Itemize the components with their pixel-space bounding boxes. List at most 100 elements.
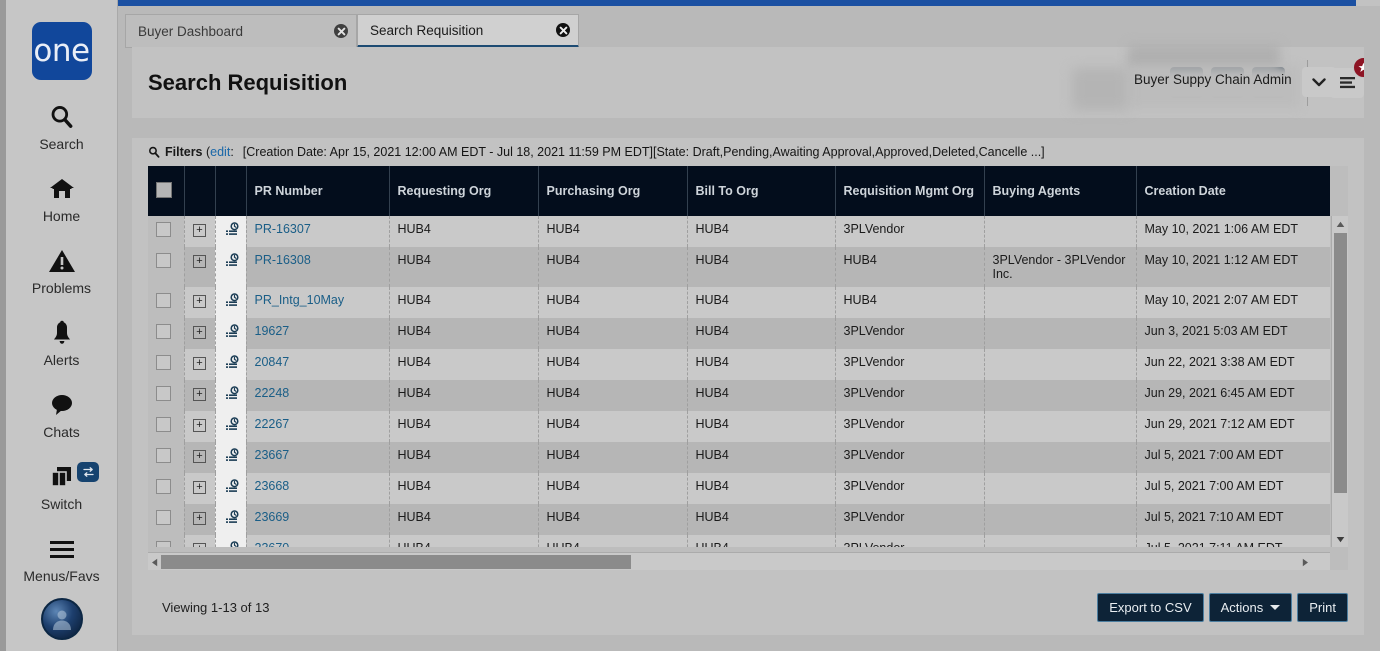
- filters-edit-link[interactable]: edit: [210, 145, 230, 159]
- table-row[interactable]: +23669 HUB4 HUB4 HUB4 3PLVendor Jul 5, 2021 7…: [148, 504, 1330, 535]
- horizontal-scroll-thumb[interactable]: [161, 555, 631, 569]
- column-bill-to-org[interactable]: Bill To Org: [687, 166, 836, 216]
- pr-number-link[interactable]: 20847: [255, 355, 290, 369]
- expand-plus-icon[interactable]: +: [193, 481, 206, 494]
- column-requisition-mgmt-org[interactable]: Requisition Mgmt Org: [835, 166, 985, 216]
- expand-plus-icon[interactable]: +: [193, 255, 206, 268]
- scroll-up-arrow[interactable]: [1332, 216, 1349, 232]
- cell-pr-number[interactable]: 19627: [246, 318, 390, 349]
- history-clock-icon[interactable]: [224, 222, 240, 241]
- expand-plus-icon[interactable]: +: [193, 326, 206, 339]
- table-row[interactable]: +22267 HUB4 HUB4 HUB4 3PLVendor Jun 29, 2021 …: [148, 411, 1330, 442]
- vertical-scrollbar[interactable]: [1331, 216, 1348, 547]
- table-row[interactable]: + PR-16308 HUB4 HUB4 HUB4 HUB4 3PLVendor - 3PL…: [148, 247, 1330, 287]
- row-expand-cell[interactable]: +: [184, 535, 216, 547]
- print-button[interactable]: Print: [1297, 592, 1348, 622]
- row-expand-cell[interactable]: +: [184, 504, 216, 535]
- row-select-cell[interactable]: [148, 442, 185, 473]
- row-select-cell[interactable]: [148, 411, 185, 442]
- sidebar-item-problems[interactable]: Problems: [6, 244, 117, 296]
- checkbox-icon[interactable]: [156, 253, 171, 268]
- checkbox-icon[interactable]: [156, 324, 171, 339]
- chevron-down-icon[interactable]: [1302, 67, 1336, 97]
- expand-plus-icon[interactable]: +: [193, 450, 206, 463]
- cell-pr-number[interactable]: PR_Intg_10May: [246, 287, 390, 318]
- close-circle-icon[interactable]: [334, 24, 348, 38]
- row-select-cell[interactable]: [148, 473, 185, 504]
- history-clock-icon[interactable]: [224, 510, 240, 529]
- row-expand-cell[interactable]: +: [184, 349, 216, 380]
- column-pr-number[interactable]: PR Number: [246, 166, 390, 216]
- checkbox-icon[interactable]: [156, 222, 171, 237]
- row-expand-cell[interactable]: +: [184, 473, 216, 504]
- scroll-down-arrow[interactable]: [1332, 531, 1349, 547]
- sidebar-item-chats[interactable]: Chats: [6, 388, 117, 440]
- row-select-cell[interactable]: [148, 380, 185, 411]
- pr-number-link[interactable]: PR-16307: [255, 222, 311, 236]
- row-select-cell[interactable]: [148, 318, 185, 349]
- row-history-cell[interactable]: [215, 535, 247, 547]
- cell-pr-number[interactable]: 23669: [246, 504, 390, 535]
- checkbox-icon[interactable]: [156, 386, 171, 401]
- row-select-cell[interactable]: [148, 287, 185, 318]
- export-to-csv-button[interactable]: Export to CSV: [1097, 592, 1204, 622]
- column-purchasing-org[interactable]: Purchasing Org: [538, 166, 688, 216]
- tab-search-requisition[interactable]: Search Requisition: [357, 14, 579, 48]
- sidebar-item-home[interactable]: Home: [6, 172, 117, 224]
- history-clock-icon[interactable]: [224, 479, 240, 498]
- sidebar-item-search[interactable]: Search: [6, 100, 117, 152]
- scroll-left-arrow[interactable]: [148, 553, 161, 571]
- pr-number-link[interactable]: 23669: [255, 510, 290, 524]
- table-row[interactable]: +19627 HUB4 HUB4 HUB4 3PLVendor Jun 3, 2021 5…: [148, 318, 1330, 349]
- row-history-cell[interactable]: [215, 247, 247, 287]
- row-history-cell[interactable]: [215, 473, 247, 504]
- pr-number-link[interactable]: 22267: [255, 417, 290, 431]
- expand-plus-icon[interactable]: +: [193, 543, 206, 547]
- vertical-scroll-thumb[interactable]: [1334, 233, 1347, 493]
- row-expand-cell[interactable]: +: [184, 380, 216, 411]
- actions-button[interactable]: Actions: [1208, 592, 1293, 622]
- row-history-cell[interactable]: [215, 216, 247, 247]
- horizontal-scrollbar[interactable]: [148, 552, 1330, 570]
- cell-pr-number[interactable]: 20847: [246, 349, 390, 380]
- table-row[interactable]: +20847 HUB4 HUB4 HUB4 3PLVendor Jun 22, 2021 …: [148, 349, 1330, 380]
- sidebar-item-alerts[interactable]: Alerts: [6, 316, 117, 368]
- row-expand-cell[interactable]: +: [184, 442, 216, 473]
- cell-pr-number[interactable]: PR-16308: [246, 247, 390, 287]
- checkbox-icon[interactable]: [156, 355, 171, 370]
- row-history-cell[interactable]: [215, 318, 247, 349]
- select-all-header[interactable]: [148, 166, 185, 216]
- row-select-cell[interactable]: [148, 349, 185, 380]
- cell-pr-number[interactable]: 23668: [246, 473, 390, 504]
- history-clock-icon[interactable]: [224, 448, 240, 467]
- table-row[interactable]: +22248 HUB4 HUB4 HUB4 3PLVendor Jun 29, 2021 …: [148, 380, 1330, 411]
- swap-arrows-icon[interactable]: [77, 462, 99, 482]
- cell-pr-number[interactable]: PR-16307: [246, 216, 390, 247]
- row-history-cell[interactable]: [215, 411, 247, 442]
- table-row[interactable]: +23668 HUB4 HUB4 HUB4 3PLVendor Jul 5, 2021 7…: [148, 473, 1330, 504]
- history-clock-icon[interactable]: [224, 541, 240, 547]
- history-clock-icon[interactable]: [224, 324, 240, 343]
- row-expand-cell[interactable]: +: [184, 247, 216, 287]
- row-history-cell[interactable]: [215, 349, 247, 380]
- cell-pr-number[interactable]: 22248: [246, 380, 390, 411]
- row-history-cell[interactable]: [215, 287, 247, 318]
- expand-plus-icon[interactable]: +: [193, 295, 206, 308]
- tab-buyer-dashboard[interactable]: Buyer Dashboard: [125, 14, 357, 48]
- select-all-checkbox[interactable]: [156, 181, 172, 198]
- history-clock-icon[interactable]: [224, 355, 240, 374]
- row-select-cell[interactable]: [148, 247, 185, 287]
- checkbox-icon[interactable]: [156, 510, 171, 525]
- checkbox-icon[interactable]: [156, 293, 171, 308]
- pr-number-link[interactable]: 22248: [255, 386, 290, 400]
- checkbox-icon[interactable]: [156, 479, 171, 494]
- row-expand-cell[interactable]: +: [184, 318, 216, 349]
- scroll-right-arrow[interactable]: [1299, 553, 1312, 571]
- sidebar-item-menus-favs[interactable]: Menus/Favs: [6, 532, 117, 584]
- one-logo[interactable]: one: [31, 22, 92, 80]
- table-row[interactable]: + PR-16307 HUB4 HUB4 HUB4 3PLVendor May 10, 20…: [148, 216, 1330, 247]
- history-clock-icon[interactable]: [224, 293, 240, 312]
- cell-pr-number[interactable]: 23670: [246, 535, 390, 547]
- expand-plus-icon[interactable]: +: [193, 512, 206, 525]
- user-avatar[interactable]: [40, 598, 83, 640]
